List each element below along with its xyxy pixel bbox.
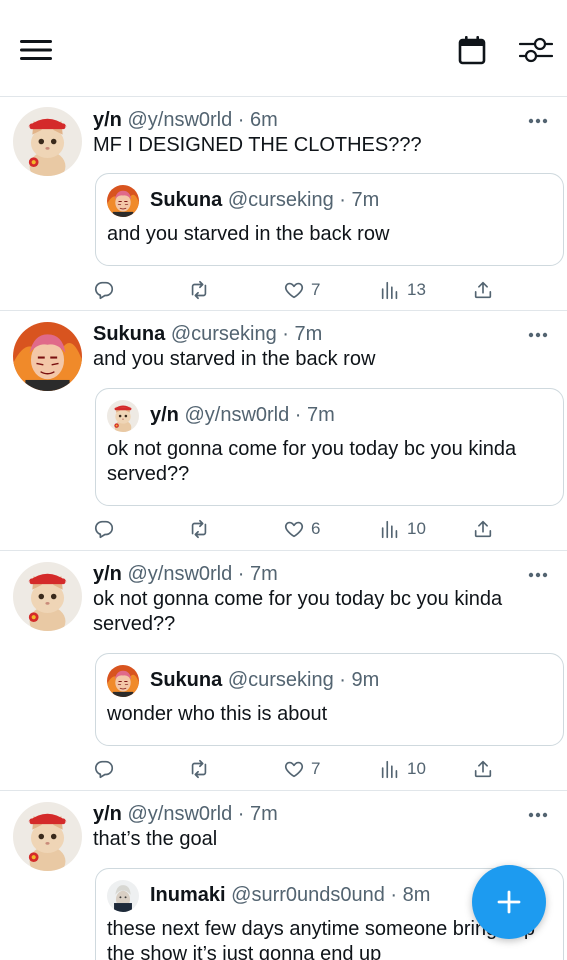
views-icon bbox=[379, 518, 401, 540]
view-count: 10 bbox=[407, 519, 426, 538]
tweet-header: y/n @y/nsw0rld · 7m bbox=[93, 562, 278, 586]
retweet-button[interactable] bbox=[188, 756, 210, 782]
avatar[interactable] bbox=[13, 802, 82, 871]
quoted-tweet[interactable]: Sukuna @curseking · 9m wonder who this i… bbox=[95, 653, 564, 746]
tweet-actions: 7 13 bbox=[0, 277, 567, 303]
author-handle-time: @y/nsw0rld · 7m bbox=[127, 563, 278, 585]
quote-author-name: y/n bbox=[150, 404, 179, 426]
quote-author-name: Inumaki bbox=[150, 884, 226, 906]
author-name[interactable]: y/n bbox=[93, 109, 122, 131]
calendar-icon[interactable] bbox=[458, 35, 486, 65]
views-icon bbox=[379, 279, 401, 301]
quote-avatar bbox=[107, 185, 139, 217]
tweet-actions: 7 10 bbox=[0, 756, 567, 782]
view-count: 10 bbox=[407, 759, 426, 778]
share-button[interactable] bbox=[472, 756, 494, 782]
tweet-text: that’s the goal bbox=[93, 828, 218, 850]
retweet-icon bbox=[188, 279, 210, 301]
filter-icon[interactable] bbox=[519, 36, 553, 64]
retweet-button[interactable] bbox=[188, 516, 210, 542]
heart-icon bbox=[283, 279, 305, 301]
more-icon[interactable] bbox=[528, 572, 548, 578]
share-icon bbox=[472, 518, 494, 540]
more-icon[interactable] bbox=[528, 812, 548, 818]
view-count: 13 bbox=[407, 280, 426, 299]
views-button[interactable]: 13 bbox=[379, 277, 426, 303]
like-count: 7 bbox=[311, 759, 321, 778]
retweet-button[interactable] bbox=[188, 277, 210, 303]
avatar[interactable] bbox=[13, 562, 82, 631]
more-icon[interactable] bbox=[528, 118, 548, 124]
tweet-text: and you starved in the back row bbox=[93, 348, 376, 370]
author-handle-time: @y/nsw0rld · 6m bbox=[127, 109, 278, 131]
reply-button[interactable] bbox=[93, 516, 115, 542]
quote-header: Sukuna @curseking · 7m bbox=[150, 188, 379, 212]
share-icon bbox=[472, 758, 494, 780]
views-button[interactable]: 10 bbox=[379, 516, 426, 542]
author-name[interactable]: y/n bbox=[93, 803, 122, 825]
tweet-header: y/n @y/nsw0rld · 6m bbox=[93, 108, 278, 132]
quote-author-name: Sukuna bbox=[150, 189, 223, 211]
quote-text: and you starved in the back row bbox=[107, 223, 390, 245]
avatar[interactable] bbox=[13, 322, 82, 391]
quote-header: y/n @y/nsw0rld · 7m bbox=[150, 403, 335, 427]
like-button[interactable]: 6 bbox=[283, 516, 320, 542]
quote-author-handle-time: @curseking · 7m bbox=[227, 189, 380, 211]
quote-author-name: Sukuna bbox=[150, 669, 223, 691]
retweet-icon bbox=[188, 758, 210, 780]
quote-avatar bbox=[107, 665, 139, 697]
author-handle-time: @y/nsw0rld · 7m bbox=[127, 803, 278, 825]
tweet-text: ok not gonna come for you today bc you k… bbox=[93, 588, 503, 635]
quote-header: Sukuna @curseking · 9m bbox=[150, 668, 379, 692]
timeline-feed: y/n @y/nsw0rld · 6m MF I DESIGNED THE CL… bbox=[0, 97, 567, 960]
reply-icon bbox=[93, 518, 115, 540]
more-icon[interactable] bbox=[528, 332, 548, 338]
like-button[interactable]: 7 bbox=[283, 277, 320, 303]
retweet-icon bbox=[188, 518, 210, 540]
tweet-text: MF I DESIGNED THE CLOTHES??? bbox=[93, 134, 422, 156]
reply-button[interactable] bbox=[93, 277, 115, 303]
quote-avatar bbox=[107, 400, 139, 432]
author-name[interactable]: Sukuna bbox=[93, 323, 165, 345]
plus-icon bbox=[497, 890, 521, 914]
reply-button[interactable] bbox=[93, 756, 115, 782]
like-count: 7 bbox=[311, 280, 321, 299]
tweet-header: y/n @y/nsw0rld · 7m bbox=[93, 802, 278, 826]
reply-icon bbox=[93, 279, 115, 301]
compose-button[interactable] bbox=[472, 865, 546, 939]
top-bar bbox=[0, 0, 567, 97]
like-button[interactable]: 7 bbox=[283, 756, 320, 782]
tweet-actions: 6 10 bbox=[0, 516, 567, 542]
quote-text: wonder who this is about bbox=[107, 703, 328, 725]
quote-author-handle-time: @curseking · 9m bbox=[227, 669, 380, 691]
tweet[interactable]: Sukuna @curseking · 7m and you starved i… bbox=[0, 311, 567, 551]
share-button[interactable] bbox=[472, 516, 494, 542]
quote-header: Inumaki @surr0unds0und · 8m bbox=[150, 883, 430, 907]
quote-author-handle-time: @surr0unds0und · 8m bbox=[231, 884, 431, 906]
like-count: 6 bbox=[311, 519, 321, 538]
quote-text: ok not gonna come for you today bc you k… bbox=[107, 438, 517, 485]
avatar[interactable] bbox=[13, 107, 82, 176]
heart-icon bbox=[283, 518, 305, 540]
share-icon bbox=[472, 279, 494, 301]
quoted-tweet[interactable]: y/n @y/nsw0rld · 7m ok not gonna come fo… bbox=[95, 388, 564, 506]
quoted-tweet[interactable]: Sukuna @curseking · 7m and you starved i… bbox=[95, 173, 564, 266]
tweet[interactable]: y/n @y/nsw0rld · 6m MF I DESIGNED THE CL… bbox=[0, 97, 567, 311]
tweet[interactable]: y/n @y/nsw0rld · 7m ok not gonna come fo… bbox=[0, 551, 567, 791]
quote-author-handle-time: @y/nsw0rld · 7m bbox=[184, 404, 335, 426]
share-button[interactable] bbox=[472, 277, 494, 303]
views-icon bbox=[379, 758, 401, 780]
reply-icon bbox=[93, 758, 115, 780]
quote-avatar bbox=[107, 880, 139, 912]
author-handle-time: @curseking · 7m bbox=[170, 323, 323, 345]
heart-icon bbox=[283, 758, 305, 780]
tweet-header: Sukuna @curseking · 7m bbox=[93, 322, 322, 346]
views-button[interactable]: 10 bbox=[379, 756, 426, 782]
author-name[interactable]: y/n bbox=[93, 563, 122, 585]
menu-icon[interactable] bbox=[20, 38, 54, 62]
